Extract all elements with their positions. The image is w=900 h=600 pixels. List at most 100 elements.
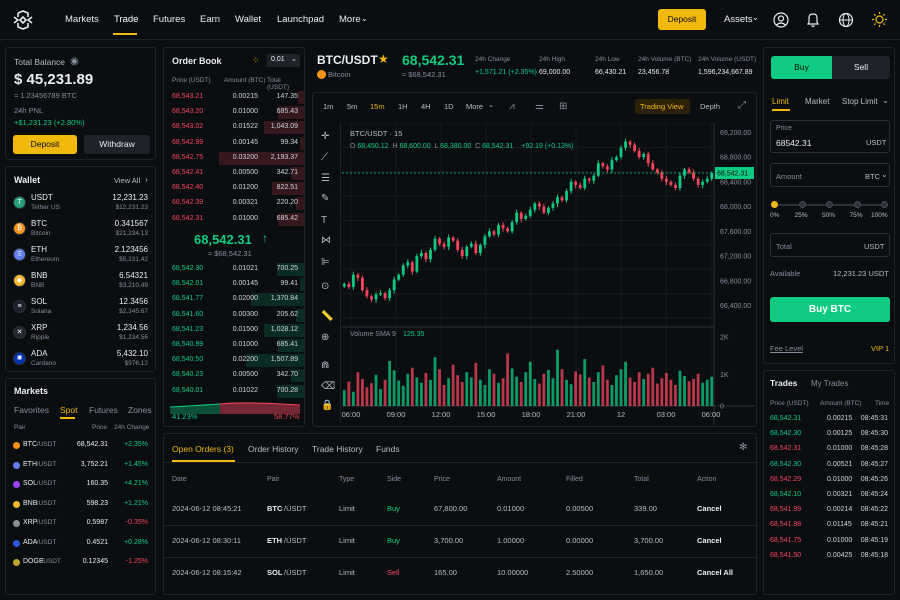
total-field[interactable]: Total USDT <box>770 233 890 257</box>
wallet-row[interactable]: ₿ BTC Bitcoin 0.341567 $21,234.13 <box>6 217 156 243</box>
nav-more[interactable]: More <box>339 14 361 25</box>
withdraw-button[interactable]: Withdraw <box>84 135 150 154</box>
bid-row[interactable]: 68,541.23 0.01500 1,028.12 <box>164 323 304 338</box>
cancel-order-button[interactable]: Cancel <box>697 504 722 513</box>
text-icon[interactable]: T <box>321 215 327 226</box>
buy-btc-button[interactable]: Buy BTC <box>770 297 890 322</box>
star-icon[interactable]: ★ <box>378 52 389 66</box>
slider-dot[interactable] <box>798 201 806 208</box>
nav-futures[interactable]: Futures <box>153 14 185 25</box>
logo-icon[interactable] <box>12 10 34 30</box>
fullscreen-icon[interactable]: ⤢ <box>738 100 746 111</box>
nav-markets[interactable]: Markets <box>65 14 99 25</box>
theme-sun-icon[interactable] <box>871 11 888 28</box>
bell-icon[interactable] <box>806 12 820 28</box>
precision-select[interactable]: 0.01 ⌄ <box>267 54 300 67</box>
interval-1d[interactable]: 1D <box>444 102 454 111</box>
settings-sliders-icon[interactable]: ⚌ <box>535 101 544 112</box>
deposit-button[interactable]: Deposit <box>13 135 77 154</box>
bid-row[interactable]: 68,540.99 0.01000 685.41 <box>164 338 304 353</box>
orders-tab[interactable]: Order History <box>248 444 299 454</box>
slider-dot[interactable] <box>826 201 833 208</box>
bid-row[interactable]: 68,540.23 0.00500 342.70 <box>164 368 304 383</box>
horizontal-lines-icon[interactable]: ☰ <box>321 173 330 184</box>
ask-row[interactable]: 68,542.31 0.01000 685.42 <box>164 212 304 227</box>
slider-dot[interactable] <box>771 201 778 208</box>
market-row[interactable]: ETH/USDT 3,752.21 +1.45% <box>6 457 156 475</box>
eye-icon[interactable]: ◉ <box>70 56 79 67</box>
buy-tab[interactable]: Buy <box>771 56 832 79</box>
price-field[interactable]: Price 68542.31 USDT <box>770 120 890 153</box>
ask-row[interactable]: 68,542.40 0.01200 822.51 <box>164 181 304 196</box>
eraser-icon[interactable]: ⌫ <box>321 381 335 392</box>
magnet-icon[interactable]: ⋒ <box>321 360 329 371</box>
depth-button[interactable]: Depth <box>700 102 720 111</box>
wallet-row[interactable]: ◆ BNB BNB 6.54321 $3,210.49 <box>6 269 156 295</box>
wallet-row[interactable]: ✺ ADA Cardano 5,432.10 $976.12 <box>6 347 156 373</box>
wallet-row[interactable]: ≡ SOL Solana 12.3456 $2,345.67 <box>6 295 156 321</box>
ruler-lines-icon[interactable]: ⊫ <box>321 257 330 268</box>
wallet-row[interactable]: ✕ XRP Ripple 1,234.56 $1,234.56 <box>6 321 156 347</box>
nav-trade[interactable]: Trade <box>114 14 138 25</box>
orders-tab[interactable]: Trade History <box>312 444 363 454</box>
bid-row[interactable]: 68,541.60 0.00300 205.62 <box>164 308 304 323</box>
ask-row[interactable]: 68,543.02 0.01522 1,043.09 <box>164 120 304 135</box>
order-type-market[interactable]: Market <box>805 97 829 106</box>
interval-15m[interactable]: 15m <box>370 102 385 111</box>
wallet-row[interactable]: Ξ ETH Ethereum 2.123456 $5,231.42 <box>6 243 156 269</box>
target-icon[interactable]: ⊙ <box>321 281 329 292</box>
market-row[interactable]: ADA/USDT 0.4521 +0.28% <box>6 535 156 553</box>
cancel-order-button[interactable]: Cancel <box>697 536 722 545</box>
brush-icon[interactable]: ✎ <box>321 193 329 204</box>
wallet-row[interactable]: T USDT Tether US 12,231.23 $12,231.23 <box>6 191 156 217</box>
indicators-icon[interactable]: ⩘ <box>509 101 515 112</box>
my-trades-tab[interactable]: My Trades <box>811 379 848 388</box>
asterisk-icon[interactable]: ✻ <box>739 442 747 453</box>
nav-launchpad[interactable]: Launchpad <box>277 14 324 25</box>
slider-dot[interactable] <box>853 201 861 208</box>
market-row[interactable]: SOL/USDT 160.35 +4.21% <box>6 476 156 494</box>
bid-row[interactable]: 68,542.30 0.01021 700.25 <box>164 262 304 277</box>
ask-row[interactable]: 68,543.20 0.01000 685.43 <box>164 105 304 120</box>
amount-slider[interactable]: 0% 25% 50% 75% 100% <box>770 200 888 224</box>
markets-tab-futures[interactable]: Futures <box>89 405 118 415</box>
fee-level-label[interactable]: Fee Level <box>770 344 803 353</box>
zoom-in-icon[interactable]: ⊕ <box>321 332 329 343</box>
globe-icon[interactable] <box>838 12 854 28</box>
orders-tab[interactable]: Open Orders (3) <box>172 444 234 454</box>
trading-view-button[interactable]: Trading View <box>635 99 690 114</box>
slider-dot[interactable] <box>881 201 888 208</box>
layout-grid-icon[interactable]: ⊞ <box>559 101 567 112</box>
nav-wallet[interactable]: Wallet <box>235 14 261 25</box>
user-icon[interactable] <box>773 12 789 28</box>
ask-row[interactable]: 68,543.21 0.00215 147.35 <box>164 90 304 105</box>
market-row[interactable]: BNB/USDT 598.23 +1.21% <box>6 496 156 514</box>
market-row[interactable]: XRP/USDT 0.5987 -0.35% <box>6 515 156 533</box>
candlestick-chart[interactable]: 69,200.00 68,800.00 68,400.00 68,000.00 67,6… <box>342 123 754 425</box>
ask-row[interactable]: 68,542.39 0.00321 220.20 <box>164 196 304 211</box>
ask-row[interactable]: 68,542.99 0.00145 99.34 <box>164 136 304 151</box>
market-row[interactable]: DOGE/USDT 0.12345 -1.25% <box>6 554 156 572</box>
ask-row[interactable]: 68,542.41 0.00500 342.71 <box>164 166 304 181</box>
nav-earn[interactable]: Earn <box>200 14 220 25</box>
markets-tab-spot[interactable]: Spot <box>60 405 78 415</box>
market-row[interactable]: BTC/USDT 68,542.31 +2.35% <box>6 437 156 455</box>
cancel-order-button[interactable]: Cancel All <box>697 568 733 577</box>
interval-1h[interactable]: 1H <box>398 102 408 111</box>
interval-4h[interactable]: 4H <box>421 102 431 111</box>
measure-icon[interactable]: 📏 <box>321 311 333 322</box>
order-type-limit[interactable]: Limit <box>772 97 789 106</box>
sell-tab[interactable]: Sell <box>832 56 890 79</box>
orders-tab[interactable]: Funds <box>376 444 400 454</box>
bid-row[interactable]: 68,540.50 0.02200 1,507.89 <box>164 353 304 368</box>
lock-icon[interactable]: 🔒 <box>321 400 333 411</box>
trades-tab[interactable]: Trades <box>770 378 797 388</box>
bid-row[interactable]: 68,541.77 0.02000 1,370.84 <box>164 292 304 307</box>
ask-row[interactable]: 68,542.75 0.03200 2,193.37 <box>164 151 304 166</box>
interval-more[interactable]: More <box>466 102 483 111</box>
markets-tab-favorites[interactable]: Favorites <box>14 405 49 415</box>
pattern-icon[interactable]: ⋈ <box>321 235 331 246</box>
grid-layout-icon[interactable]: ⁘ <box>252 55 260 66</box>
trend-line-icon[interactable]: ⟋ <box>321 152 328 163</box>
nav-deposit-button[interactable]: Deposit <box>658 9 706 30</box>
